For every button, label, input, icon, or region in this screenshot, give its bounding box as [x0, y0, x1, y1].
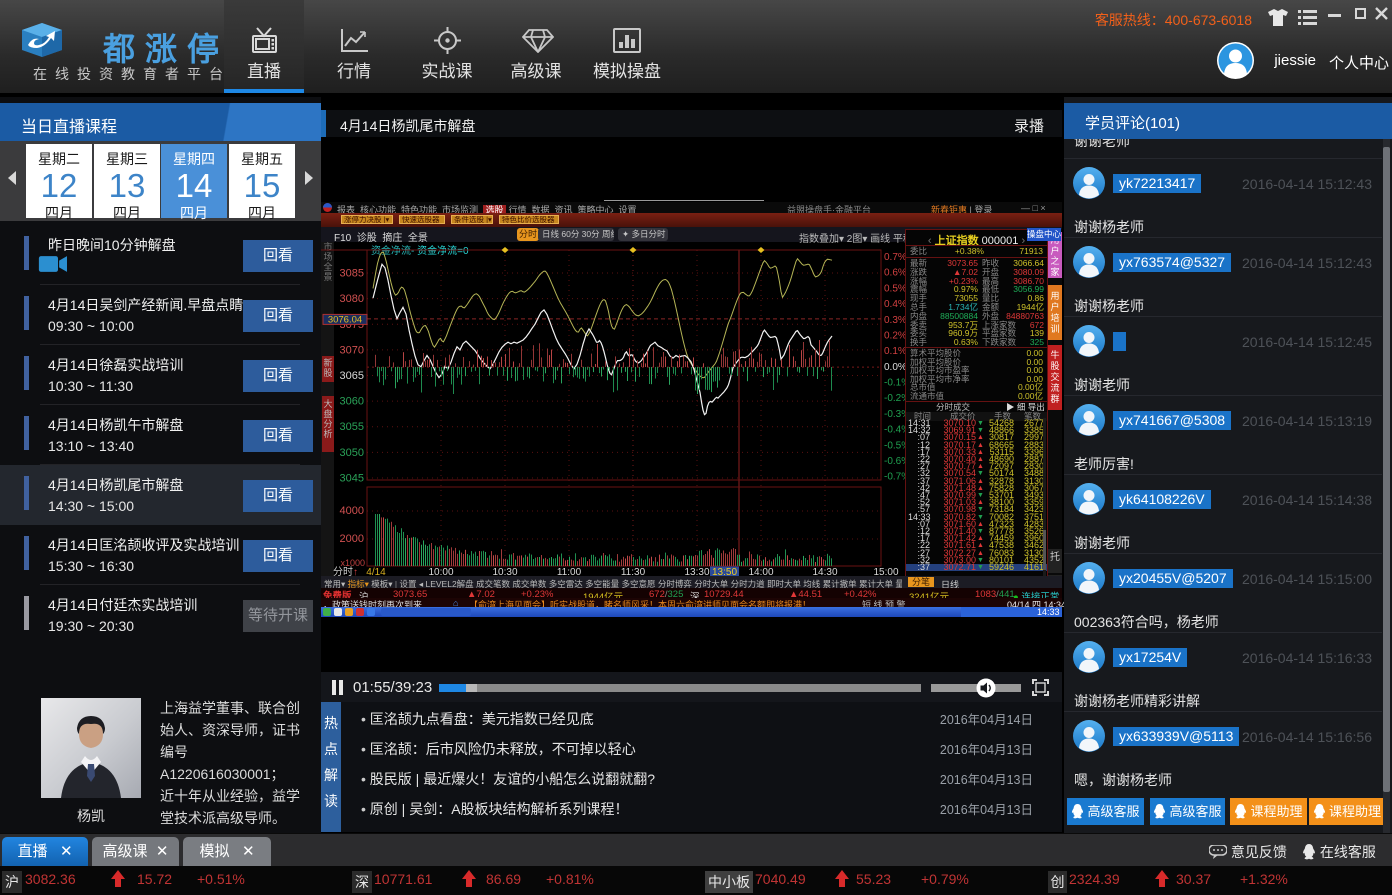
svg-text:0.2%: 0.2%: [884, 331, 905, 342]
svg-text:3060: 3060: [340, 396, 364, 408]
svg-text:-0.3%: -0.3%: [884, 409, 905, 420]
svg-text:13:30: 13:30: [684, 567, 709, 576]
svg-text:0.1%: 0.1%: [884, 346, 905, 357]
svg-text:-0.1%: -0.1%: [884, 378, 905, 389]
svg-text:-0.6%: -0.6%: [884, 456, 905, 467]
svg-text:3076.04: 3076.04: [328, 314, 362, 325]
svg-text:15:00: 15:00: [873, 567, 898, 576]
svg-text:4000: 4000: [340, 505, 364, 517]
svg-text:0.0%: 0.0%: [884, 362, 905, 373]
svg-text:3050: 3050: [340, 447, 364, 459]
svg-text:0.4%: 0.4%: [884, 299, 905, 310]
svg-text:-0.5%: -0.5%: [884, 440, 905, 451]
svg-text:3085: 3085: [340, 268, 364, 280]
svg-text:4/14: 4/14: [366, 567, 386, 576]
svg-text:-0.2%: -0.2%: [884, 393, 905, 404]
svg-text:3055: 3055: [340, 421, 364, 433]
svg-text:2000: 2000: [340, 533, 364, 545]
svg-text:0.3%: 0.3%: [884, 315, 905, 326]
svg-text:3080: 3080: [340, 293, 364, 305]
svg-text:11:00: 11:00: [557, 567, 582, 576]
svg-text:分时↑: 分时↑: [333, 566, 358, 576]
svg-text:14:00: 14:00: [748, 567, 773, 576]
svg-text:-0.7%: -0.7%: [884, 472, 905, 483]
svg-text:0.7%: 0.7%: [884, 252, 905, 263]
svg-text:-0.4%: -0.4%: [884, 425, 905, 436]
svg-text:0.5%: 0.5%: [884, 283, 905, 294]
svg-text:3070: 3070: [340, 344, 364, 356]
svg-text:13:50: 13:50: [712, 567, 737, 576]
svg-text:14:30: 14:30: [812, 567, 837, 576]
svg-text:10:00: 10:00: [428, 567, 453, 576]
svg-text:11:30: 11:30: [621, 567, 646, 576]
svg-text:0.6%: 0.6%: [884, 268, 905, 279]
svg-text:3045: 3045: [340, 473, 364, 485]
svg-text:10:30: 10:30: [492, 567, 517, 576]
svg-text:3065: 3065: [340, 370, 364, 382]
